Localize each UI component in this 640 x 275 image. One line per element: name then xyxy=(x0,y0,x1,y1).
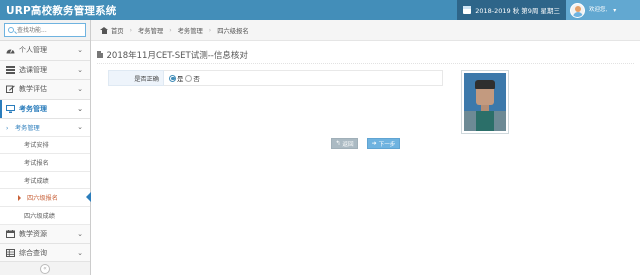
chevron-down-icon: ⌄ xyxy=(77,85,83,93)
confirm-row: 是否正确 是 否 xyxy=(108,70,443,86)
sidebar-item-label: 综合查询 xyxy=(19,249,47,258)
caret-down-icon: ▾ xyxy=(613,6,617,14)
radio-yes[interactable] xyxy=(169,74,176,82)
list-icon xyxy=(6,65,15,74)
sidebar-item-label: 选课管理 xyxy=(19,65,47,74)
desktop-icon xyxy=(6,104,15,113)
student-photo xyxy=(461,70,509,134)
photo-neck xyxy=(481,104,489,111)
radio-no-label[interactable]: 否 xyxy=(193,74,199,83)
subnav-group-exam-management[interactable]: › 考务管理 ⌄ xyxy=(0,119,90,137)
breadcrumb: 首页 › 考务管理 › 考务管理 › 四六级报名 xyxy=(91,20,640,41)
sidebar-item-label: 教学资源 xyxy=(19,229,47,238)
subnav-group-label: 考务管理 xyxy=(15,124,40,132)
avatar xyxy=(570,2,585,18)
chevron-down-icon: ⌄ xyxy=(77,249,83,258)
chevron-down-icon: ⌄ xyxy=(77,123,83,131)
next-button-label: 下一步 xyxy=(378,141,396,148)
calendar-icon xyxy=(6,229,15,238)
breadcrumb-separator: › xyxy=(208,26,212,34)
chevron-down-icon: ⌄ xyxy=(77,46,83,54)
subnav-item-exam-registration[interactable]: 考试报名 xyxy=(0,154,90,172)
subnav-item-exam-schedule[interactable]: 考试安排 xyxy=(0,136,90,155)
file-icon xyxy=(97,51,103,58)
search-icon xyxy=(8,26,14,33)
sidebar-collapse: « xyxy=(0,261,90,275)
user-greeting: 欢迎您, xyxy=(589,6,608,13)
back-button-label: 返回 xyxy=(342,141,354,148)
radio-no[interactable] xyxy=(185,74,193,82)
breadcrumb-separator: › xyxy=(169,26,172,34)
confirm-options: 是 否 xyxy=(164,70,443,86)
chevron-down-icon: ⌄ xyxy=(77,65,83,74)
sidebar-item-personal[interactable]: 个人管理 ⌄ xyxy=(0,41,90,61)
page-header: 2018年11月CET-SET试测--信息核对 xyxy=(97,46,634,64)
edit-icon xyxy=(6,85,15,94)
photo-shirt xyxy=(464,111,506,131)
dashboard-icon xyxy=(6,49,15,54)
breadcrumb-item[interactable]: 考务管理 xyxy=(138,26,163,35)
back-button[interactable]: ↰ 返回 xyxy=(331,138,358,149)
sidebar-item-teaching-resources[interactable]: 教学资源 ⌄ xyxy=(0,224,90,245)
subnav-item-label: 四六级报名 xyxy=(27,195,58,203)
sidebar-search xyxy=(0,20,90,41)
subnav-item-label: 考试成绩 xyxy=(24,177,49,185)
sidebar-item-exam-management[interactable]: 考务管理 ⌄ xyxy=(0,99,90,119)
caret-right-icon xyxy=(18,194,21,201)
page-title: 2018年11月CET-SET试测--信息核对 xyxy=(106,50,248,61)
sidebar-item-label: 个人管理 xyxy=(19,46,47,55)
term-info: 2018-2019 秋 第9周 星期三 xyxy=(457,0,566,20)
breadcrumb-home[interactable]: 首页 xyxy=(111,26,124,35)
top-navbar: URP高校教务管理系统 2018-2019 秋 第9周 星期三 欢迎您, ▾ xyxy=(0,0,640,20)
breadcrumb-item[interactable]: 考务管理 xyxy=(178,26,203,35)
sidebar-item-course-selection[interactable]: 选课管理 ⌄ xyxy=(0,60,90,80)
next-button[interactable]: ➜ 下一步 xyxy=(367,138,400,149)
confirm-label: 是否正确 xyxy=(108,70,164,86)
subnav-item-label: 四六级成绩 xyxy=(24,212,55,220)
search-input[interactable] xyxy=(17,25,87,35)
photo-hair xyxy=(475,80,495,89)
collapse-sidebar-button[interactable]: « xyxy=(40,263,50,274)
user-menu[interactable]: 欢迎您, ▾ xyxy=(566,0,640,20)
sidebar-item-evaluation[interactable]: 教学评估 ⌄ xyxy=(0,80,90,100)
arrow-right-icon: ➜ xyxy=(371,140,377,147)
home-icon xyxy=(100,26,108,34)
caret-right-icon: › xyxy=(6,125,9,132)
term-label: 2018-2019 秋 第9周 星期三 xyxy=(475,7,560,15)
calendar-icon xyxy=(463,6,472,14)
subnav-item-exam-scores[interactable]: 考试成绩 xyxy=(0,171,90,190)
search-box xyxy=(4,23,87,37)
sidebar-item-label: 考务管理 xyxy=(19,104,47,113)
radio-yes-label[interactable]: 是 xyxy=(177,74,183,83)
table-icon xyxy=(6,249,15,258)
chevron-down-icon: ⌄ xyxy=(77,229,83,238)
app-title[interactable]: URP高校教务管理系统 xyxy=(6,3,117,18)
sidebar: 个人管理 ⌄ 选课管理 ⌄ 教学评估 ⌄ 考务管理 ⌄ › 考务管理 ⌄ 考试安… xyxy=(0,20,91,275)
subnav-item-cet-scores[interactable]: 四六级成绩 xyxy=(0,206,90,225)
breadcrumb-separator: › xyxy=(129,26,132,34)
subnav-item-label: 考试安排 xyxy=(24,142,49,150)
chevron-down-icon: ⌄ xyxy=(77,104,83,113)
sidebar-item-label: 教学评估 xyxy=(19,85,47,94)
subnav-item-cet-registration[interactable]: 四六级报名 xyxy=(0,189,91,207)
breadcrumb-current: 四六级报名 xyxy=(217,27,249,35)
subnav-item-label: 考试报名 xyxy=(24,159,49,167)
back-arrow-icon: ↰ xyxy=(335,140,341,147)
photo-image xyxy=(464,73,506,131)
